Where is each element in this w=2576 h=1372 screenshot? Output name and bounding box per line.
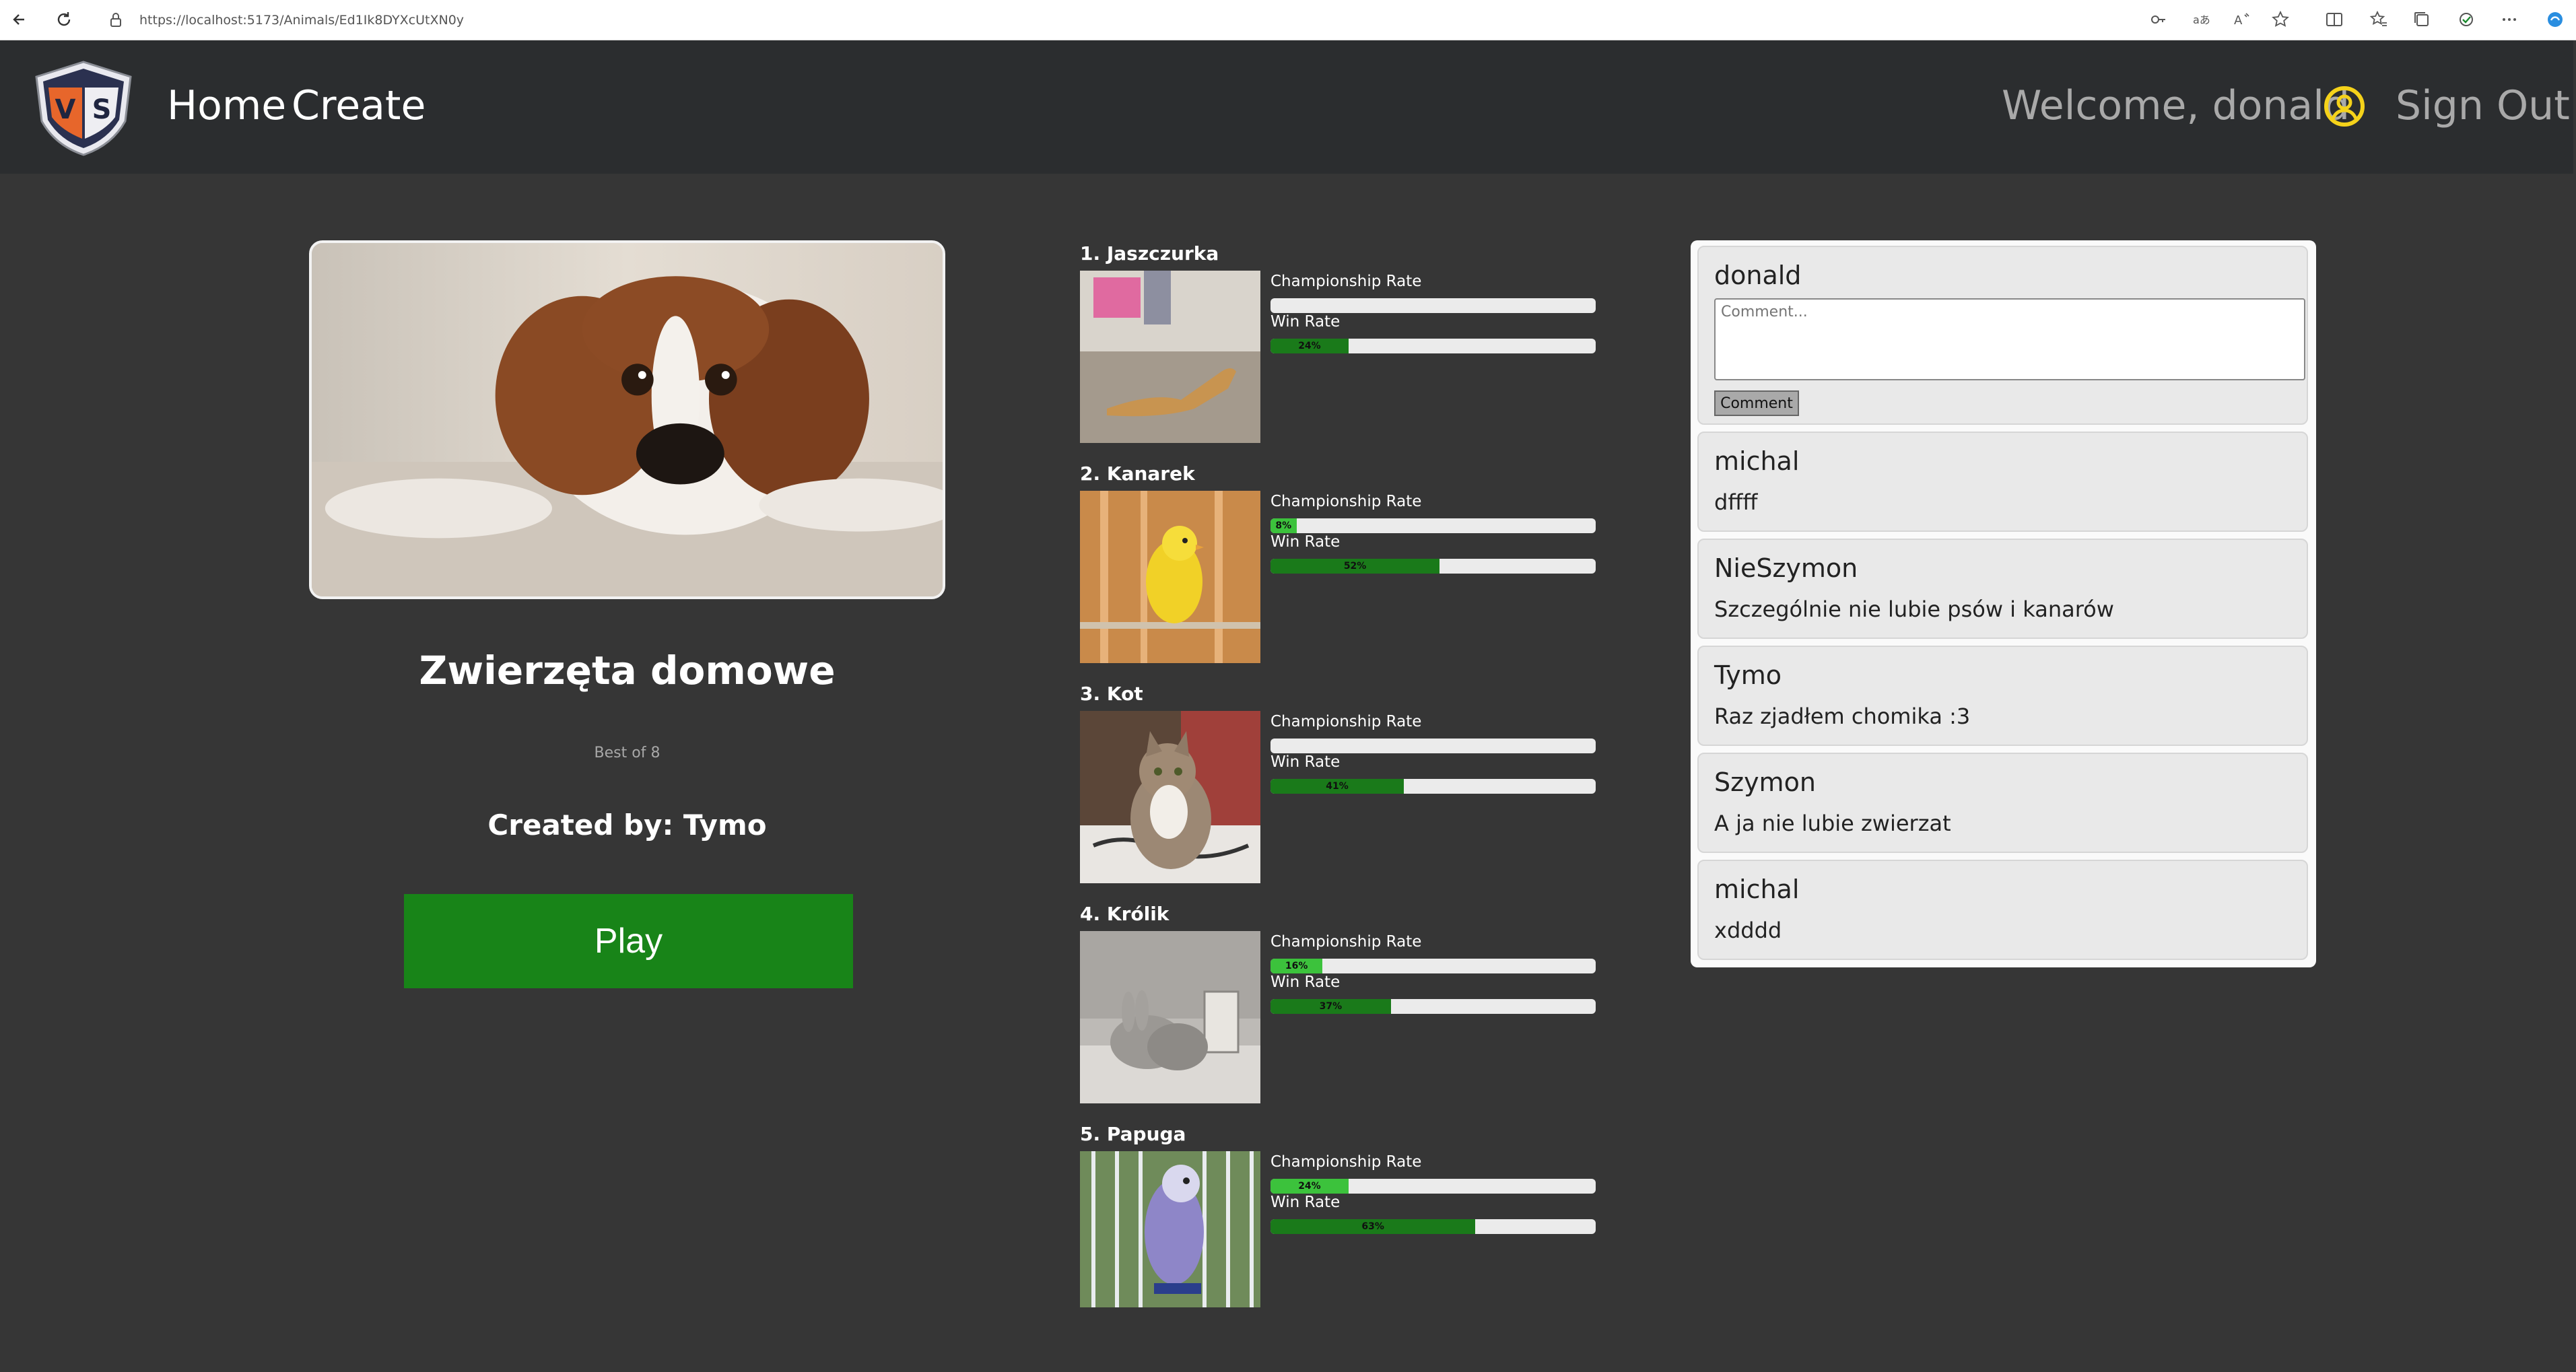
sign-out-link[interactable]: Sign Out [2396, 82, 2570, 129]
split-screen-icon[interactable] [2324, 9, 2344, 30]
parrot-image [1080, 1151, 1260, 1307]
copilot-icon[interactable] [2545, 9, 2565, 30]
comment-submit-button[interactable]: Comment [1714, 390, 1799, 416]
comment-item: NieSzymon Szczególnie nie lubie psów i k… [1697, 539, 2308, 639]
lizard-image [1080, 271, 1260, 443]
championship-rate-bar: 8% [1270, 518, 1596, 533]
play-button[interactable]: Play [404, 894, 853, 988]
ranking-item-title: 5. Papuga [1080, 1123, 1186, 1145]
comments-panel: donald Comment michal dffff NieSzymon Sz… [1691, 240, 2316, 967]
cat-image [1080, 711, 1260, 883]
win-rate-label: Win Rate [1270, 1194, 1341, 1211]
comment-author: michal [1714, 874, 1800, 904]
win-rate-bar: 41% [1270, 779, 1596, 794]
quiz-cover-image [309, 240, 945, 599]
win-rate-label: Win Rate [1270, 973, 1341, 991]
favorite-star-icon[interactable] [2270, 9, 2291, 30]
canary-image [1080, 491, 1260, 663]
championship-rate-bar: 24% [1270, 1179, 1596, 1194]
win-rate-fill: 37% [1270, 999, 1391, 1014]
nav-create-link[interactable]: Create [292, 82, 426, 129]
ranking-item: 5. Papuga Championship Rate 24% Win Rate… [1080, 1121, 1619, 1307]
championship-rate-label: Championship Rate [1270, 493, 1422, 510]
back-icon[interactable] [8, 8, 31, 31]
win-rate-label: Win Rate [1270, 313, 1341, 331]
championship-rate-bar: 16% [1270, 959, 1596, 973]
ranking-item-title: 4. Królik [1080, 903, 1170, 925]
win-rate-label: Win Rate [1270, 533, 1341, 551]
ranking-item-title: 2. Kanarek [1080, 462, 1195, 485]
win-rate-fill: 24% [1270, 339, 1349, 353]
comment-author: michal [1714, 446, 1800, 476]
svg-text:V: V [55, 94, 76, 125]
comment-author: Tymo [1714, 660, 1782, 690]
welcome-text: Welcome, donald [2002, 82, 2350, 129]
refresh-icon[interactable] [53, 8, 75, 31]
rabbit-image [1080, 931, 1260, 1103]
browser-toolbar: https://localhost:5173/Animals/Ed1Ik8DYX… [0, 0, 2576, 40]
comment-text: Raz zjadłem chomika :3 [1714, 704, 1971, 729]
championship-rate-bar [1270, 739, 1596, 753]
url-text[interactable]: https://localhost:5173/Animals/Ed1Ik8DYX… [139, 13, 464, 28]
comment-text: A ja nie lubie zwierzat [1714, 811, 1951, 836]
win-rate-bar: 63% [1270, 1219, 1596, 1234]
championship-rate-bar [1270, 298, 1596, 313]
comment-author: Szymon [1714, 767, 1816, 797]
vs-logo[interactable]: V S [31, 59, 136, 158]
comment-input[interactable] [1714, 298, 2305, 380]
championship-rate-label: Championship Rate [1270, 933, 1422, 951]
quiz-title: Zwierzęta domowe [419, 648, 836, 693]
championship-rate-fill: 24% [1270, 1179, 1349, 1194]
championship-rate-label: Championship Rate [1270, 273, 1422, 290]
current-user-name: donald [1714, 261, 1802, 290]
more-menu-icon[interactable] [2499, 9, 2519, 30]
comment-text: dffff [1714, 489, 1758, 515]
ranking-item: 3. Kot Championship Rate Win Rate 41% [1080, 681, 1619, 883]
comment-text: Szczególnie nie lubie psów i kanarów [1714, 596, 2114, 622]
championship-rate-label: Championship Rate [1270, 1153, 1422, 1171]
favorites-icon[interactable] [2369, 9, 2389, 30]
translate-icon[interactable]: aあ [2191, 9, 2211, 30]
svg-text:aあ: aあ [2193, 13, 2210, 26]
win-rate-label: Win Rate [1270, 753, 1341, 771]
extensions-icon[interactable] [2456, 9, 2476, 30]
address-bar[interactable]: https://localhost:5173/Animals/Ed1Ik8DYX… [98, 5, 1922, 35]
ranking-item-title: 3. Kot [1080, 683, 1143, 705]
comment-item: Tymo Raz zjadłem chomika :3 [1697, 646, 2308, 746]
read-aloud-icon[interactable]: A [2231, 9, 2251, 30]
comment-text: xdddd [1714, 918, 1782, 943]
key-icon[interactable] [2148, 9, 2168, 30]
championship-rate-label: Championship Rate [1270, 713, 1422, 730]
comment-item: michal xdddd [1697, 860, 2308, 960]
win-rate-fill: 63% [1270, 1219, 1476, 1234]
win-rate-bar: 52% [1270, 559, 1596, 574]
comment-item: Szymon A ja nie lubie zwierzat [1697, 753, 2308, 853]
win-rate-fill: 52% [1270, 559, 1440, 574]
ranking-item: 2. Kanarek Championship Rate 8% Win Rate… [1080, 460, 1619, 663]
comment-author: NieSzymon [1714, 553, 1858, 583]
user-circle-icon[interactable] [2323, 85, 2366, 128]
comment-item: michal dffff [1697, 432, 2308, 532]
new-comment-form: donald Comment [1697, 246, 2308, 425]
win-rate-fill: 41% [1270, 779, 1404, 794]
quiz-format: Best of 8 [594, 745, 660, 761]
collections-icon[interactable] [2412, 9, 2432, 30]
ranking-item-title: 1. Jaszczurka [1080, 242, 1219, 265]
ranking-item: 4. Królik Championship Rate 16% Win Rate… [1080, 901, 1619, 1103]
win-rate-bar: 37% [1270, 999, 1596, 1014]
ranking-item: 1. Jaszczurka Championship Rate Win Rate… [1080, 240, 1619, 443]
championship-rate-fill: 16% [1270, 959, 1323, 973]
nav-home-link[interactable]: Home [167, 82, 286, 129]
quiz-author: Created by: Tymo [487, 809, 767, 842]
svg-text:S: S [92, 94, 112, 125]
win-rate-bar: 24% [1270, 339, 1596, 353]
championship-rate-fill: 8% [1270, 518, 1297, 533]
lock-icon [110, 13, 121, 27]
svg-text:A: A [2234, 13, 2243, 28]
